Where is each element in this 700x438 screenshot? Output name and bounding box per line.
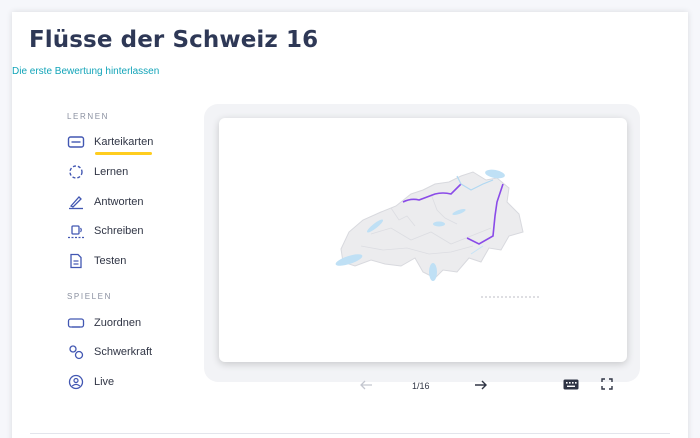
sidebar-item-zuordnen[interactable]: Zuordnen <box>66 312 141 334</box>
live-icon <box>66 374 86 390</box>
gravity-icon <box>66 344 86 360</box>
divider <box>30 433 670 434</box>
sidebar-item-label: Antworten <box>94 196 144 208</box>
keyboard-icon <box>563 377 579 395</box>
keyboard-shortcuts-button[interactable] <box>561 376 581 396</box>
write-icon <box>66 194 86 210</box>
card-counter: 1/16 <box>412 381 430 391</box>
sidebar-item-label: Live <box>94 376 115 388</box>
flashcard[interactable] <box>219 118 627 362</box>
top-gap <box>0 0 700 12</box>
arrow-right-icon <box>474 377 488 395</box>
sidebar-item-label: Testen <box>94 255 127 267</box>
sidebar-item-antworten[interactable]: Antworten <box>66 191 144 213</box>
sidebar-item-label: Schwerkraft <box>94 346 153 358</box>
flashcards-icon <box>66 134 86 150</box>
sidebar-item-testen[interactable]: Testen <box>66 250 126 272</box>
section-label-spielen: SPIELEN <box>67 292 112 301</box>
fullscreen-button[interactable] <box>597 376 617 396</box>
active-underline <box>95 152 152 155</box>
sidebar-item-label: Schreiben <box>94 225 144 237</box>
sidebar-item-label: Lernen <box>94 166 129 178</box>
sidebar-item-label: Zuordnen <box>94 317 142 329</box>
page-title: Flüsse der Schweiz 16 <box>29 27 319 53</box>
sidebar-item-label: Karteikarten <box>94 136 154 148</box>
section-label-lernen: LERNEN <box>67 112 110 121</box>
match-icon <box>66 315 86 331</box>
rating-link[interactable]: Die erste Bewertung hinterlassen <box>12 66 159 77</box>
sidebar-item-lernen[interactable]: Lernen <box>66 161 128 183</box>
fullscreen-icon <box>601 377 613 395</box>
next-card-button[interactable] <box>471 376 491 396</box>
prev-card-button[interactable] <box>356 376 376 396</box>
learn-icon <box>66 164 86 180</box>
sidebar-item-live[interactable]: Live <box>66 371 114 393</box>
test-icon <box>66 253 86 269</box>
sidebar-item-schreiben[interactable]: Schreiben <box>66 220 144 242</box>
switzerland-map-image <box>335 169 541 298</box>
spell-icon <box>66 223 86 239</box>
arrow-left-icon <box>359 377 373 395</box>
sidebar-item-karteikarten[interactable]: Karteikarten <box>66 131 153 153</box>
sidebar-item-schwerkraft[interactable]: Schwerkraft <box>66 341 152 363</box>
